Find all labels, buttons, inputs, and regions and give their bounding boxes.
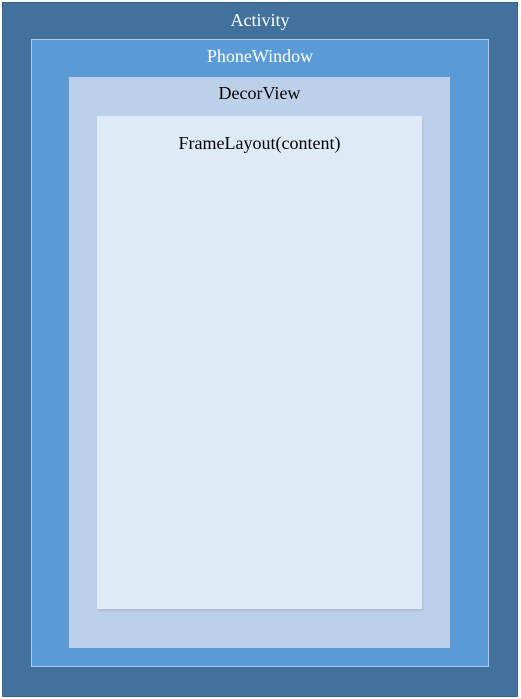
decor-view-label: DecorView bbox=[218, 83, 301, 103]
frame-layout-label: FrameLayout(content) bbox=[178, 133, 341, 153]
phone-window-label: PhoneWindow bbox=[206, 46, 314, 66]
activity-label: Activity bbox=[230, 10, 290, 30]
frame-layout-layer: FrameLayout(content) bbox=[97, 116, 422, 609]
